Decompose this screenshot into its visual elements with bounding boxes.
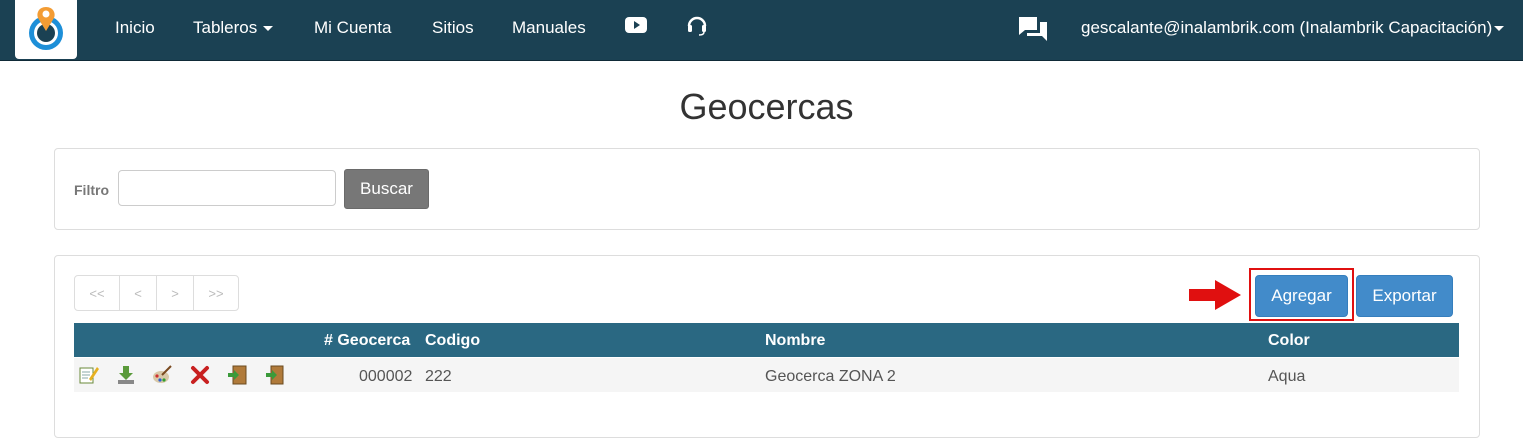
column-header-codigo[interactable]: Codigo [425,332,480,350]
youtube-icon[interactable] [625,17,647,38]
pagination: << < > >> [74,275,239,311]
cell-nombre: Geocerca ZONA 2 [765,368,896,385]
filter-label: Filtro [74,182,109,198]
red-arrow-annotation [1189,280,1241,310]
nav-link-sitios[interactable]: Sitios [432,18,474,38]
nav-dropdown-tableros[interactable]: Tableros [193,18,274,38]
column-header-geocerca[interactable]: # Geocerca [324,332,410,350]
add-button[interactable]: Agregar [1255,275,1348,317]
filter-input[interactable] [118,170,336,206]
caret-down-icon [263,26,274,32]
map-pin-power-icon [29,7,63,50]
cell-codigo: 222 [425,368,452,385]
delete-icon[interactable] [190,365,210,385]
search-button[interactable]: Buscar [344,169,429,209]
pager-next-button[interactable]: > [156,275,194,311]
pager-prev-button[interactable]: < [119,275,157,311]
export-button[interactable]: Exportar [1356,275,1453,317]
caret-down-icon [1494,26,1505,32]
headset-icon[interactable] [686,14,708,41]
cell-color: Aqua [1268,368,1306,385]
user-account-label: gescalante@inalambrik.com (Inalambrik Ca… [1081,18,1493,37]
download-icon[interactable] [116,365,136,385]
chat-icon[interactable] [1018,16,1048,48]
nav-link-manuales[interactable]: Manuales [512,18,586,38]
nav-dropdown-tableros-label: Tableros [193,18,258,37]
table-header: # Geocerca Codigo Nombre Color [74,323,1459,357]
pager-first-button[interactable]: << [74,275,120,311]
nav-link-mi-cuenta[interactable]: Mi Cuenta [314,18,391,38]
app-logo[interactable] [15,0,77,59]
exit-door-icon[interactable] [227,365,247,385]
top-navbar: Inicio Tableros Mi Cuenta Sitios Manuale… [0,0,1523,61]
page-title: Geocercas [679,86,854,127]
column-header-color[interactable]: Color [1268,332,1310,350]
table-row: 000002 222 Geocerca ZONA 2 Aqua [74,358,1459,392]
edit-icon[interactable] [79,365,99,385]
enter-door-icon[interactable] [264,365,284,385]
column-header-nombre[interactable]: Nombre [765,332,825,350]
palette-icon[interactable] [152,365,172,385]
nav-link-inicio[interactable]: Inicio [115,18,155,38]
cell-geocerca: 000002 [359,368,413,385]
user-account-dropdown[interactable]: gescalante@inalambrik.com (Inalambrik Ca… [1081,18,1505,38]
pager-last-button[interactable]: >> [193,275,239,311]
